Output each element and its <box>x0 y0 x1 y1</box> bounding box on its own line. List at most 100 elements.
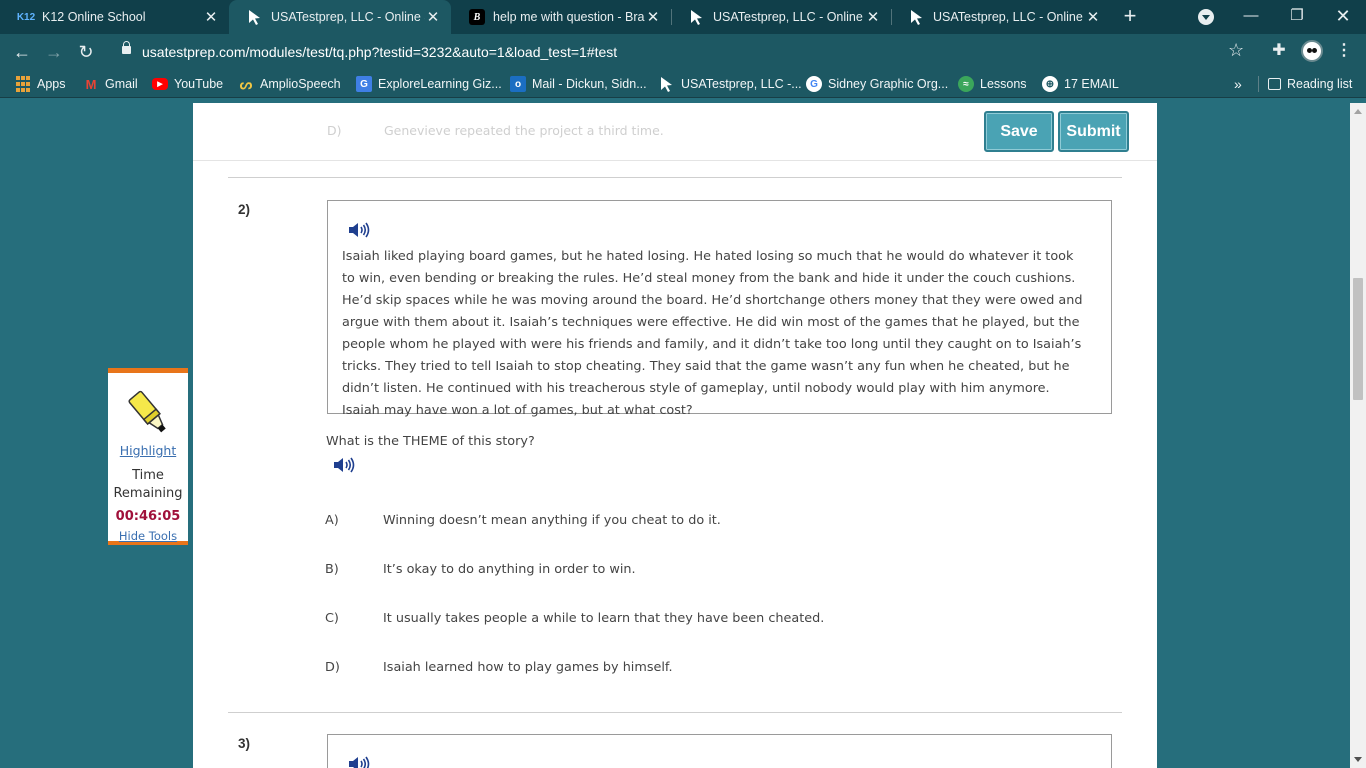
globe-icon: ⊕ <box>1042 76 1058 92</box>
bookmark-sidney-graphic[interactable]: G Sidney Graphic Org... <box>806 75 948 93</box>
back-arrow-icon[interactable]: ← <box>9 39 35 65</box>
minimize-icon[interactable]: — <box>1228 0 1274 34</box>
close-icon[interactable]: ✕ <box>425 8 441 26</box>
question-number: 3) <box>238 736 251 751</box>
profile-avatar-icon[interactable] <box>1301 40 1323 62</box>
url-text[interactable]: usatestprep.com/modules/test/tq.php?test… <box>142 44 617 60</box>
tab-usatestprep[interactable]: USATestprep, LLC - Online Sta ✕ <box>671 0 891 34</box>
usatestprep-cursor-icon <box>689 9 705 25</box>
forward-arrow-icon[interactable]: → <box>41 39 67 65</box>
lock-icon[interactable] <box>122 41 131 54</box>
tab-search-icon[interactable] <box>1198 9 1214 25</box>
header-divider <box>193 160 1157 161</box>
bookmark-outlook-mail[interactable]: o Mail - Dickun, Sidn... <box>510 75 647 93</box>
bookmark-label: Mail - Dickun, Sidn... <box>532 77 647 91</box>
more-bookmarks-chevron-icon[interactable]: » <box>1234 75 1242 93</box>
choice-text: Genevieve repeated the project a third t… <box>384 123 664 138</box>
choice-text: It’s okay to do anything in order to win… <box>383 562 636 577</box>
google-icon: G <box>806 76 822 92</box>
speaker-audio-icon[interactable] <box>333 456 355 474</box>
bookmark-star-icon[interactable]: ☆ <box>1228 40 1244 61</box>
bookmark-youtube[interactable]: ▶ YouTube <box>152 75 223 93</box>
bookmark-17-email[interactable]: ⊕ 17 EMAIL <box>1042 75 1119 93</box>
close-icon[interactable]: ✕ <box>865 8 881 26</box>
restore-icon[interactable]: ❐ <box>1274 0 1320 34</box>
tab-brainly[interactable]: B help me with question - Brain ✕ <box>451 0 671 34</box>
bookmark-label: Apps <box>37 77 66 91</box>
usatestprep-cursor-icon <box>909 9 925 25</box>
new-tab-plus-icon[interactable]: + <box>1118 4 1142 30</box>
youtube-icon: ▶ <box>152 78 168 90</box>
reading-passage-box <box>327 734 1112 768</box>
test-content-panel: D) Genevieve repeated the project a thir… <box>193 103 1157 768</box>
speaker-audio-icon[interactable] <box>348 221 370 239</box>
tab-title: K12 Online School <box>42 10 146 24</box>
k12-logo-icon: K12 <box>16 11 36 23</box>
scroll-up-arrow-icon[interactable] <box>1354 109 1362 114</box>
window-close-icon[interactable]: ✕ <box>1320 0 1366 34</box>
outlook-icon: o <box>510 76 526 92</box>
reading-passage-box: Isaiah liked playing board games, but he… <box>327 200 1112 418</box>
close-icon[interactable]: ✕ <box>203 8 219 26</box>
tab-strip: K12 K12 Online School ✕ USATestprep, LLC… <box>0 0 1366 34</box>
tab-title: USATestprep, LLC - Online Sta <box>713 10 865 24</box>
bookmark-label: YouTube <box>174 77 224 91</box>
reading-list-label: Reading list <box>1287 77 1353 91</box>
bookmark-lessons[interactable]: ≈ Lessons <box>958 75 1027 93</box>
highlight-link[interactable]: Highlight <box>108 443 188 458</box>
tab-usatestprep[interactable]: USATestprep, LLC - Online Sta ✕ <box>891 0 1111 34</box>
extensions-puzzle-icon[interactable]: ✚ <box>1267 40 1291 60</box>
bookmarks-divider <box>1258 76 1259 92</box>
close-icon[interactable]: ✕ <box>645 8 661 26</box>
usatestprep-icon <box>659 76 675 92</box>
bookmark-usatestprep[interactable]: USATestprep, LLC -... <box>659 75 802 93</box>
submit-button[interactable]: Submit <box>1058 111 1129 152</box>
menu-kebab-icon[interactable]: ⋮ <box>1332 40 1356 60</box>
bookmark-ampliospeech[interactable]: ᔕ AmplioSpeech <box>238 75 341 93</box>
bookmark-apps[interactable]: Apps <box>15 75 66 93</box>
speaker-audio-icon[interactable] <box>348 755 370 768</box>
bookmark-label: 17 EMAIL <box>1064 77 1119 91</box>
question-number: 2) <box>238 202 251 217</box>
choice-text: Winning doesn’t mean anything if you che… <box>383 513 721 528</box>
choice-letter: D) <box>325 660 340 675</box>
time-remaining-value: 00:46:05 <box>115 509 181 524</box>
choice-text: It usually takes people a while to learn… <box>383 611 825 626</box>
tab-title: help me with question - Brain <box>493 10 645 24</box>
scroll-down-arrow-icon[interactable] <box>1354 757 1362 762</box>
reading-list-button[interactable]: Reading list <box>1268 75 1352 93</box>
highlighter-icon[interactable] <box>120 385 176 439</box>
reload-icon[interactable]: ↻ <box>73 39 99 65</box>
bookmark-label: Sidney Graphic Org... <box>828 77 949 91</box>
test-tools-panel: Highlight Time Remaining 00:46:05 Hide T… <box>108 368 188 545</box>
question-divider <box>228 712 1122 713</box>
bookmark-label: AmplioSpeech <box>260 77 341 91</box>
page-scrollbar[interactable] <box>1350 103 1366 768</box>
gmail-icon: M <box>85 76 97 92</box>
close-icon[interactable]: ✕ <box>1085 8 1101 26</box>
save-button[interactable]: Save <box>984 111 1054 152</box>
apps-grid-icon <box>15 76 31 92</box>
page-viewport: D) Genevieve repeated the project a thir… <box>0 103 1350 768</box>
bookmark-gmail[interactable]: M Gmail <box>83 75 138 93</box>
choice-letter: D) <box>327 123 342 138</box>
bookmark-label: Lessons <box>980 77 1027 91</box>
tab-usatestprep-active[interactable]: USATestprep, LLC - Online Sta ✕ <box>229 0 451 34</box>
hide-tools-link[interactable]: Hide Tools <box>108 529 188 543</box>
ampliospeech-icon: ᔕ <box>239 75 253 92</box>
lessons-icon: ≈ <box>958 76 974 92</box>
tab-title: USATestprep, LLC - Online Sta <box>933 10 1085 24</box>
bookmark-label: Gmail <box>105 77 138 91</box>
choice-text: Isaiah learned how to play games by hims… <box>383 660 673 675</box>
question-prompt: What is the THEME of this story? <box>326 434 535 449</box>
scrollbar-thumb[interactable] <box>1353 278 1363 400</box>
browser-toolbar: ← → ↻ usatestprep.com/modules/test/tq.ph… <box>0 34 1366 70</box>
tab-k12[interactable]: K12 K12 Online School ✕ <box>0 0 229 34</box>
bookmark-explorelearning[interactable]: G ExploreLearning Giz... <box>356 75 502 93</box>
bookmarks-bar: Apps M Gmail ▶ YouTube ᔕ AmplioSpeech G … <box>0 70 1366 98</box>
bookmark-label: USATestprep, LLC -... <box>681 77 802 91</box>
tab-title: USATestprep, LLC - Online Sta <box>271 10 425 24</box>
reading-list-icon <box>1268 78 1281 90</box>
brainly-logo-icon: B <box>469 9 485 25</box>
address-bar[interactable]: usatestprep.com/modules/test/tq.php?test… <box>110 38 1260 66</box>
